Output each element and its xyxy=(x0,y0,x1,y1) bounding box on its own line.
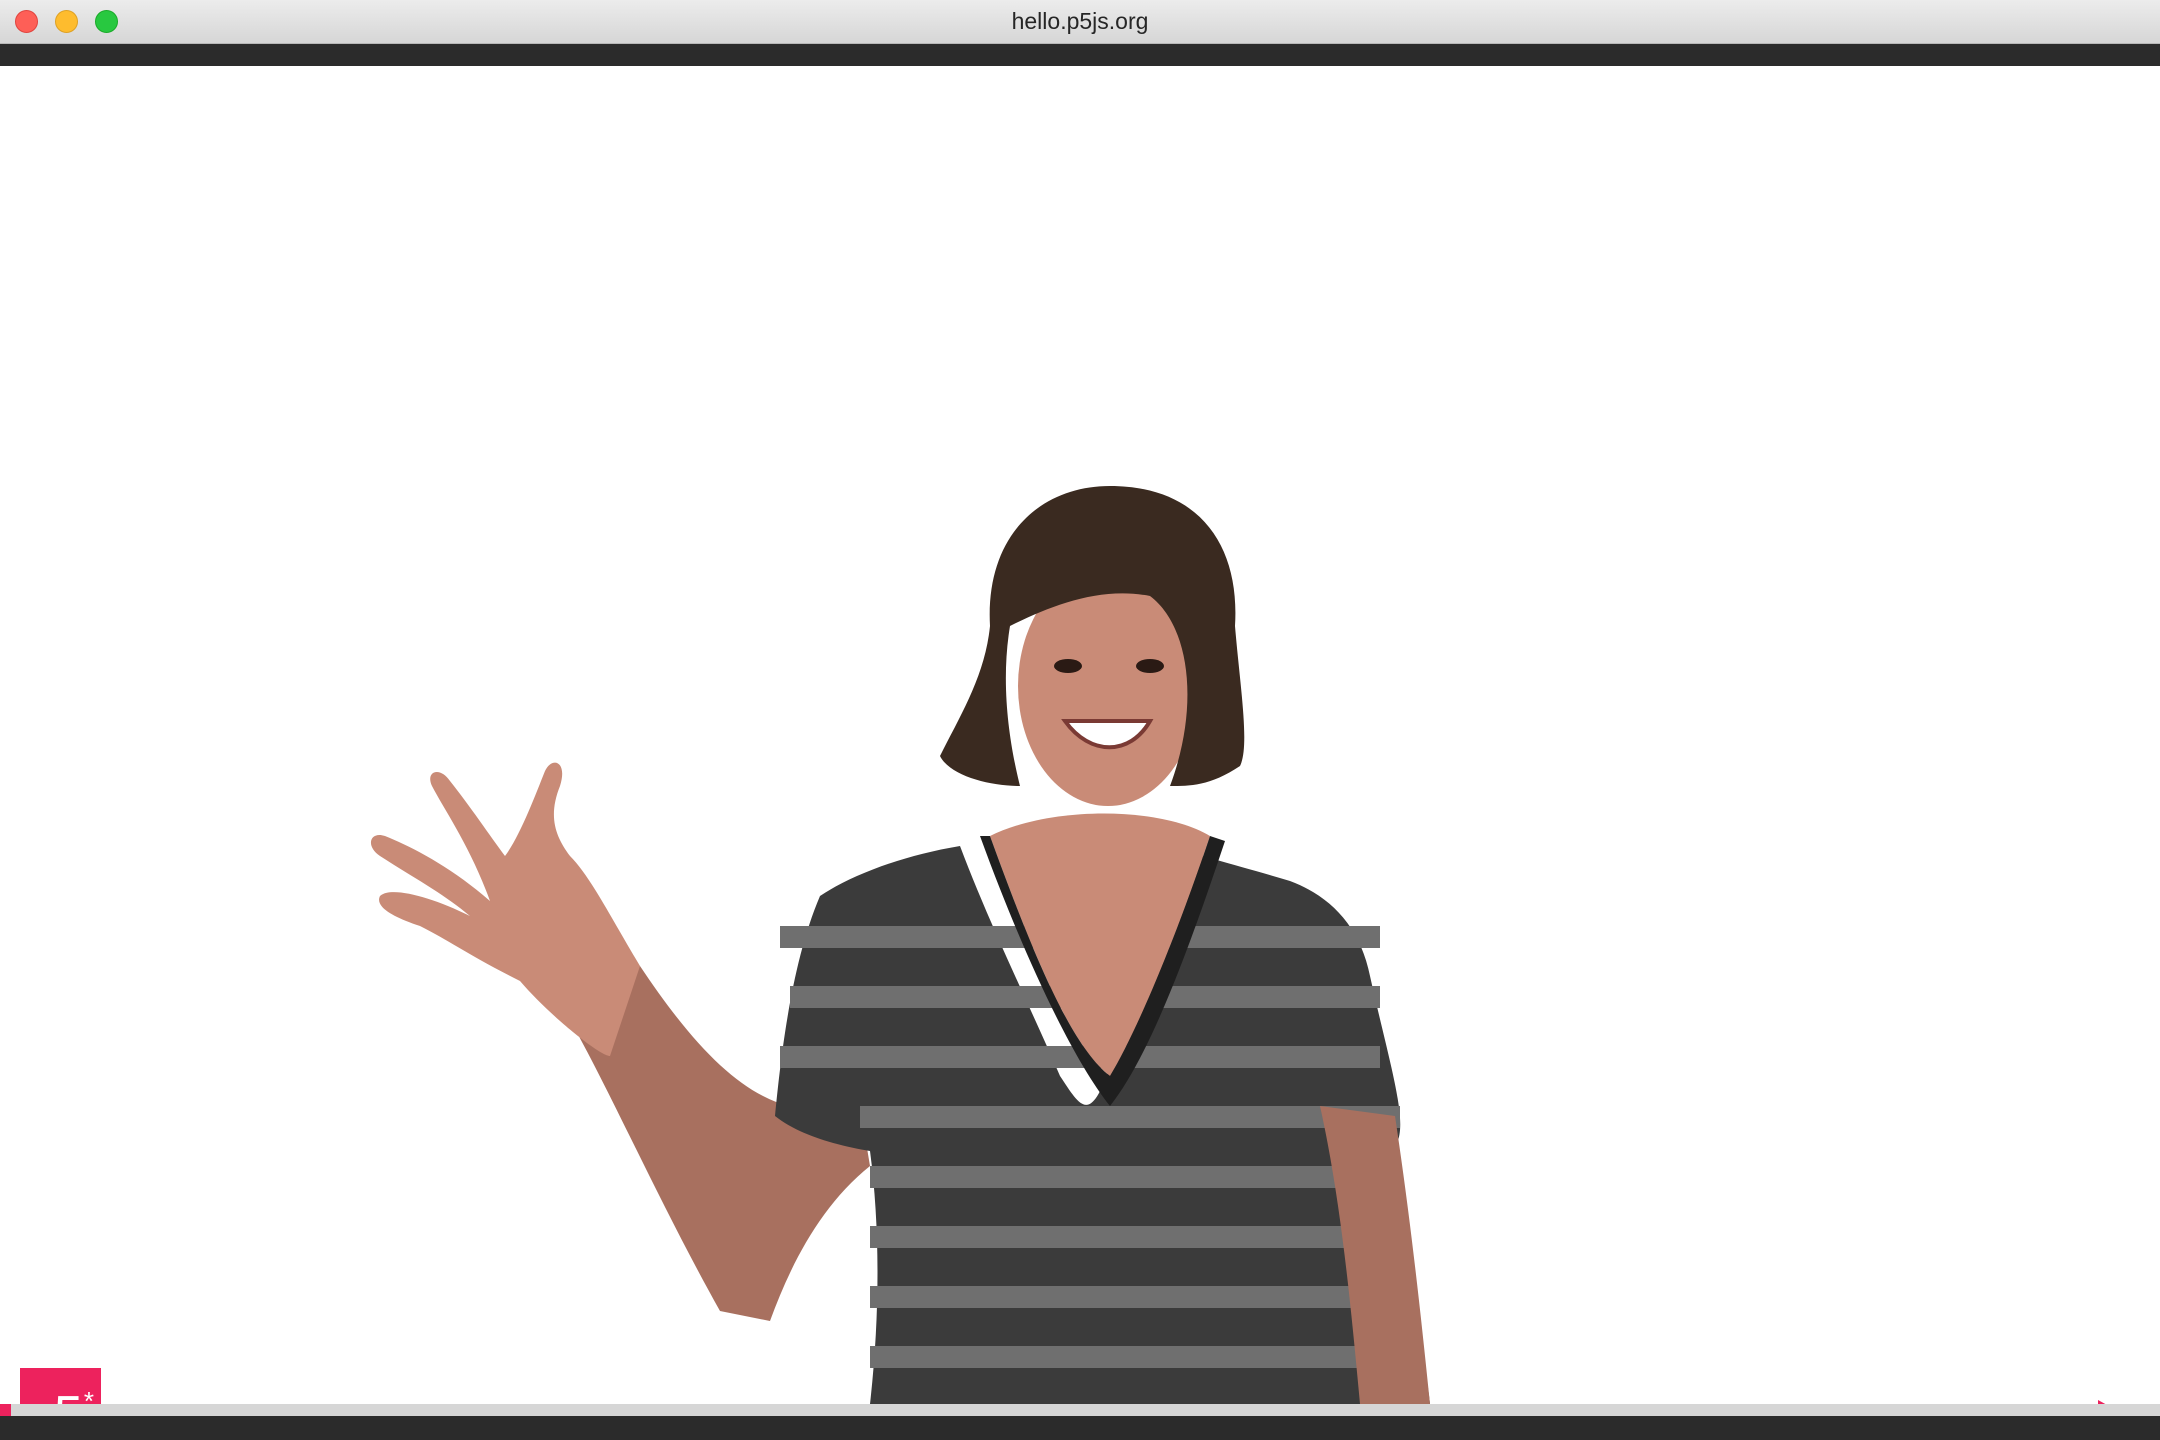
bottom-dark-bar xyxy=(0,1416,2160,1440)
window-title: hello.p5js.org xyxy=(1011,8,1149,34)
video-progress-fill xyxy=(0,1404,11,1416)
presenter-hand xyxy=(370,762,640,1056)
video-stage: p5* xyxy=(0,66,2160,1404)
top-dark-bar xyxy=(0,44,2160,66)
title-bar: hello.p5js.org xyxy=(0,0,2160,44)
video-progress-bar[interactable] xyxy=(0,1404,2160,1416)
presenter-video-frame xyxy=(370,486,1430,1404)
p5-logo-text: p5 xyxy=(26,1386,83,1404)
browser-window: hello.p5js.org * xyxy=(0,0,2160,1440)
p5-logo-asterisk: * xyxy=(83,1386,94,1404)
p5-logo[interactable]: p5* xyxy=(20,1368,101,1404)
